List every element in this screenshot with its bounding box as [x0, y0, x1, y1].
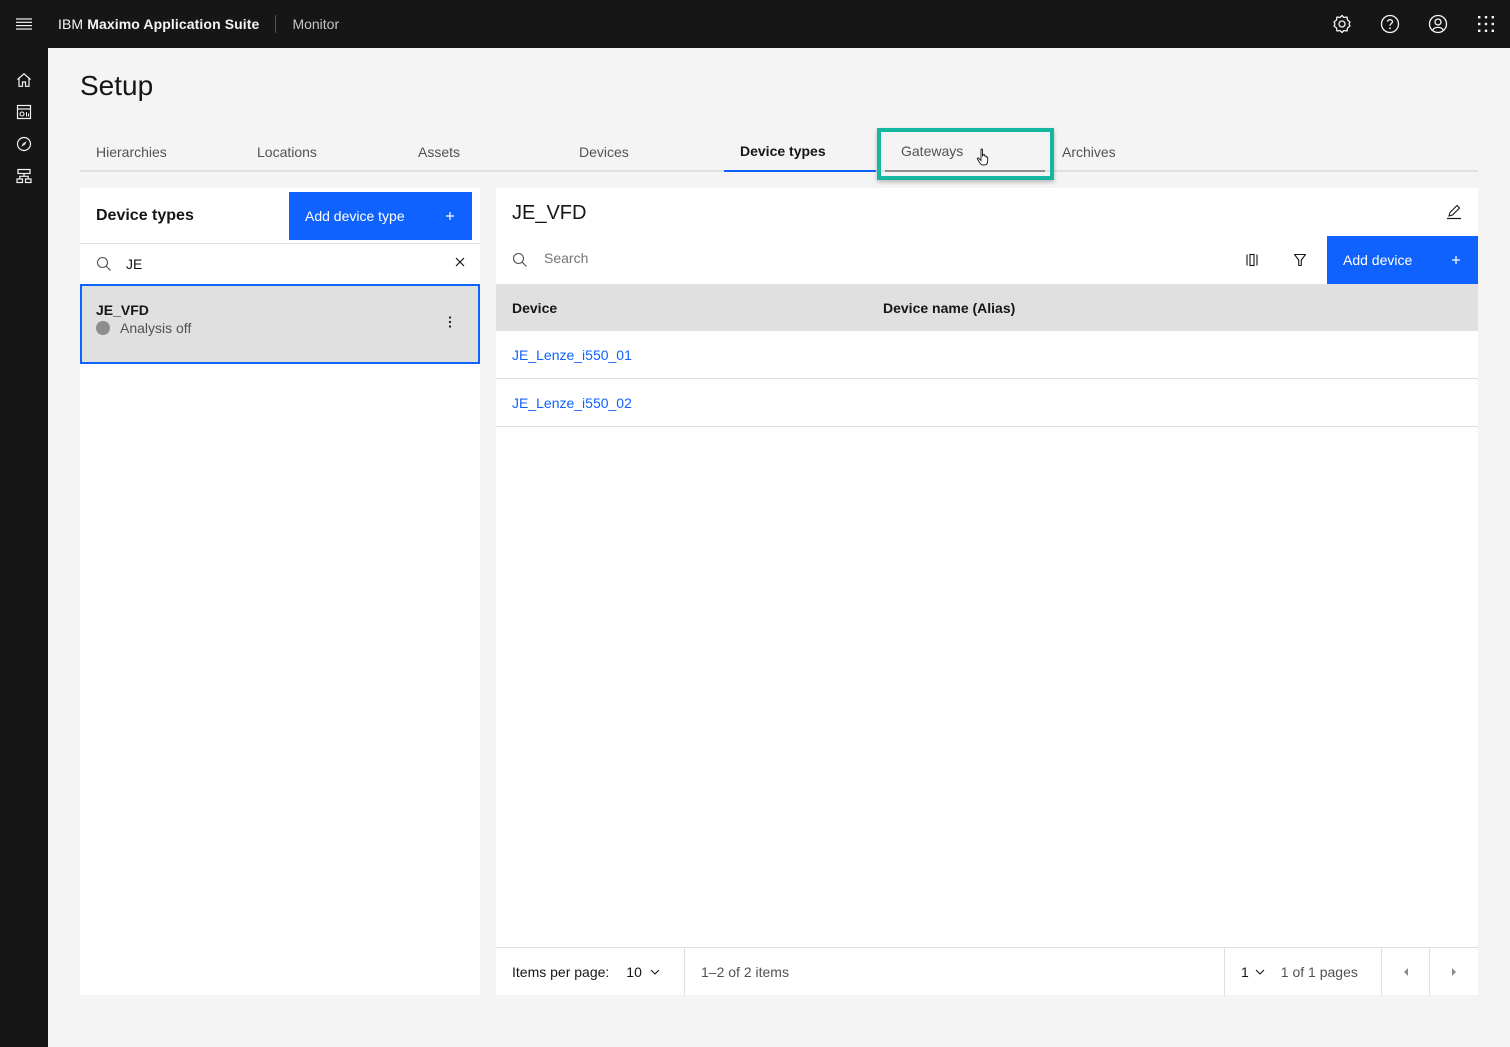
device-types-heading: Device types [96, 206, 194, 224]
sidenav-item-dashboards[interactable] [0, 96, 48, 128]
add-device-label: Add device [1343, 252, 1413, 268]
overflow-menu-icon [448, 316, 452, 328]
tab-gateways[interactable]: Gateways [885, 132, 1045, 172]
filter-icon [1293, 253, 1307, 267]
help-icon [1380, 14, 1400, 34]
caret-left-icon [1403, 967, 1408, 976]
device-type-status: Analysis off [96, 320, 191, 336]
tab-devices[interactable]: Devices [563, 132, 724, 172]
app-switcher-button[interactable] [1462, 0, 1510, 48]
plus-icon [446, 212, 454, 220]
caret-right-icon [1452, 967, 1456, 976]
pointer-cursor-icon [976, 148, 992, 171]
tab-assets[interactable]: Assets [402, 132, 563, 172]
edit-button[interactable] [1444, 202, 1464, 222]
column-header-alias[interactable]: Device name (Alias) [867, 300, 1015, 316]
header-actions [1318, 0, 1510, 48]
add-device-type-label: Add device type [305, 208, 405, 224]
tab-locations[interactable]: Locations [241, 132, 402, 172]
search-icon [512, 252, 527, 267]
items-range-text: 1–2 of 2 items [701, 963, 789, 980]
dashboard-icon [16, 104, 32, 120]
setup-tabs: Hierarchies Locations Assets Devices Dev… [80, 132, 1478, 172]
page-select[interactable]: 1 [1241, 964, 1265, 980]
column-header-device[interactable]: Device [496, 300, 867, 316]
tab-hierarchies[interactable]: Hierarchies [80, 132, 241, 172]
previous-page-button[interactable] [1382, 947, 1430, 996]
brand-product: Maximo Application Suite [87, 16, 260, 32]
table-search-button[interactable] [512, 252, 528, 273]
brand-divider [275, 15, 277, 33]
items-per-page-label: Items per page: [512, 963, 610, 980]
status-text: Analysis off [120, 320, 192, 336]
app-name: Monitor [292, 16, 340, 32]
hierarchy-icon [16, 168, 32, 184]
sidenav-item-home[interactable] [0, 64, 48, 96]
user-avatar-icon [1428, 14, 1448, 34]
brand-name[interactable]: IBM Maximo Application Suite [58, 16, 259, 32]
top-header: IBM Maximo Application Suite Monitor [0, 0, 1510, 48]
add-device-button[interactable]: Add device [1327, 236, 1478, 284]
status-dot-icon [96, 321, 110, 335]
filter-button[interactable] [1288, 248, 1312, 272]
devices-table: Device Device name (Alias) JE_Lenze_i550… [496, 284, 1478, 427]
sidenav-item-monitor[interactable] [0, 128, 48, 160]
column-settings-button[interactable] [1240, 248, 1264, 272]
side-nav [0, 48, 48, 1047]
chevron-down-icon [650, 969, 660, 975]
overflow-menu-button[interactable] [442, 310, 458, 334]
device-type-title: JE_VFD [512, 202, 587, 224]
pages-text: 1 of 1 pages [1280, 963, 1358, 980]
settings-icon [1333, 14, 1351, 34]
device-type-list-item[interactable]: JE_VFD Analysis off [80, 284, 480, 364]
device-types-search-input[interactable]: JE [126, 256, 142, 272]
compass-icon [16, 136, 32, 152]
settings-button[interactable] [1318, 0, 1366, 48]
pagination: Items per page: 10 1–2 of 2 items 1 1 of… [496, 947, 1478, 996]
device-types-panel: Device types Add device type JE JE_VFD A… [80, 188, 480, 995]
table-header: Device Device name (Alias) [496, 284, 1478, 331]
table-toolbar: Add device [496, 236, 1478, 284]
main-content: Setup Hierarchies Locations Assets Devic… [48, 48, 1510, 1047]
user-profile-button[interactable] [1414, 0, 1462, 48]
device-type-name: JE_VFD [96, 302, 149, 318]
next-page-button[interactable] [1430, 948, 1478, 996]
menu-button[interactable] [0, 0, 48, 48]
add-device-type-button[interactable]: Add device type [289, 192, 472, 240]
search-icon [96, 256, 111, 271]
menu-icon [16, 18, 32, 30]
device-link[interactable]: JE_Lenze_i550_02 [496, 395, 867, 411]
device-search-input[interactable] [544, 250, 1144, 266]
home-icon [17, 73, 31, 87]
brand-prefix: IBM [58, 16, 84, 32]
table-row: JE_Lenze_i550_01 [496, 331, 1478, 379]
items-per-page-select[interactable]: 10 [626, 964, 660, 980]
items-per-page-value: 10 [626, 963, 642, 980]
sidenav-item-setup[interactable] [0, 160, 48, 192]
device-link[interactable]: JE_Lenze_i550_01 [496, 347, 867, 363]
tab-device-types[interactable]: Device types [724, 132, 876, 172]
clear-search-button[interactable] [452, 254, 468, 275]
columns-icon [1246, 253, 1258, 267]
app-switcher-icon [1478, 16, 1494, 32]
page-title: Setup [80, 70, 154, 101]
table-row: JE_Lenze_i550_02 [496, 379, 1478, 427]
close-icon [455, 257, 465, 267]
chevron-down-icon [1255, 969, 1265, 975]
device-type-detail-panel: JE_VFD Add device Device Device name [496, 188, 1478, 996]
tab-archives[interactable]: Archives [1046, 132, 1207, 172]
help-button[interactable] [1366, 0, 1414, 48]
device-types-search[interactable]: JE [80, 244, 480, 284]
plus-icon [1452, 256, 1460, 264]
page-select-value: 1 [1241, 963, 1249, 980]
edit-icon [1447, 204, 1461, 220]
